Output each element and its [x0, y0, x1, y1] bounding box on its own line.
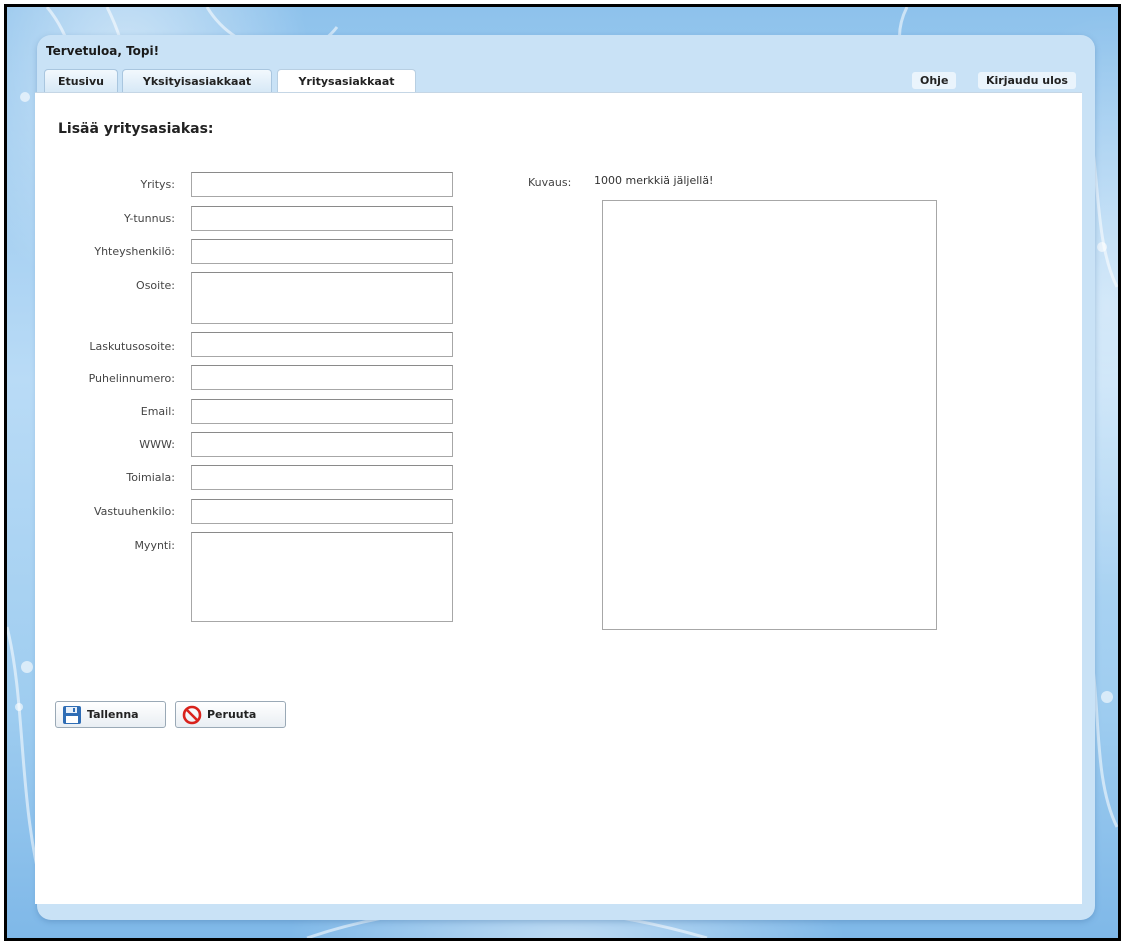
email-input[interactable] [191, 399, 453, 424]
save-button-label: Tallenna [87, 708, 139, 721]
tab-yritysasiakkaat[interactable]: Yritysasiakkaat [277, 69, 416, 94]
phone-label: Puhelinnumero: [88, 372, 175, 385]
email-label: Email: [140, 405, 175, 418]
responsible-person-input[interactable] [191, 499, 453, 524]
responsible-person-label: Vastuuhenkilo: [93, 505, 175, 518]
phone-input[interactable] [191, 365, 453, 390]
tab-yksityisasiakkaat[interactable]: Yksityisasiakkaat [122, 69, 272, 93]
logout-link[interactable]: Kirjaudu ulos [978, 72, 1076, 89]
address-input[interactable] [191, 272, 453, 324]
contact-person-input[interactable] [191, 239, 453, 264]
contact-person-label: Yhteyshenkilö: [94, 245, 175, 258]
www-label: WWW: [139, 438, 175, 451]
cancel-button-label: Peruuta [207, 708, 257, 721]
description-label: Kuvaus: [528, 176, 572, 189]
industry-label: Toimiala: [126, 471, 175, 484]
floppy-disk-icon [62, 705, 82, 725]
business-id-label: Y-tunnus: [123, 212, 175, 225]
save-button[interactable]: Tallenna [55, 701, 166, 728]
sales-input[interactable] [191, 532, 453, 622]
business-id-input[interactable] [191, 206, 453, 231]
tab-etusivu[interactable]: Etusivu [44, 69, 118, 93]
company-label: Yritys: [140, 178, 175, 191]
sales-label: Myynti: [134, 539, 175, 552]
welcome-text: Tervetuloa, Topi! [46, 44, 160, 58]
billing-address-input[interactable] [191, 332, 453, 357]
description-textarea[interactable] [602, 200, 937, 630]
company-input[interactable] [191, 172, 453, 197]
page-title: Lisää yritysasiakas: [58, 121, 214, 137]
address-label: Osoite: [136, 279, 175, 292]
prohibited-icon [182, 705, 202, 725]
help-link[interactable]: Ohje [912, 72, 957, 89]
www-input[interactable] [191, 432, 453, 457]
char-remaining-text: 1000 merkkiä jäljellä! [594, 174, 714, 187]
cancel-button[interactable]: Peruuta [175, 701, 286, 728]
industry-input[interactable] [191, 465, 453, 490]
billing-address-label: Laskutusosoite: [89, 340, 175, 353]
